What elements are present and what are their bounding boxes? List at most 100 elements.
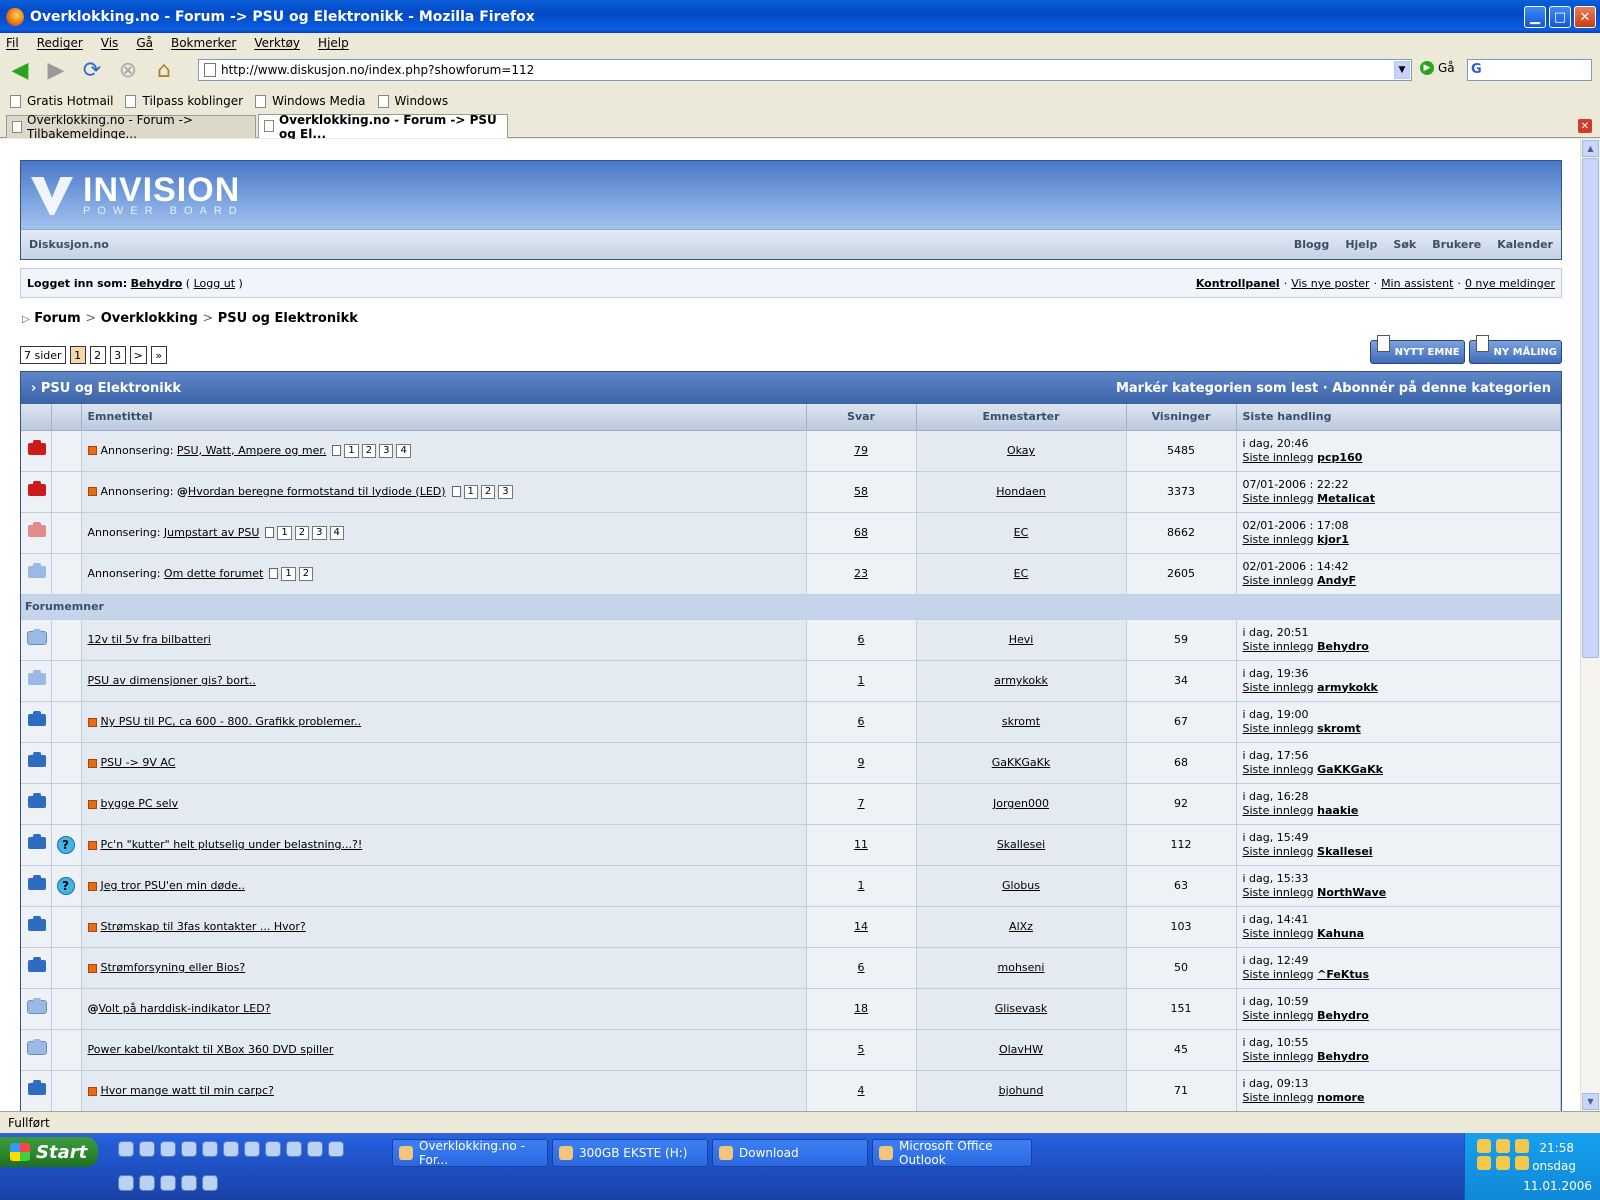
tray-icon[interactable] — [1477, 1156, 1491, 1170]
starter-link[interactable]: Hondaen — [996, 485, 1045, 498]
last-post-user[interactable]: Metalicat — [1317, 492, 1375, 505]
new-post-icon[interactable] — [87, 1086, 97, 1096]
topic-link[interactable]: bygge PC selv — [101, 797, 179, 810]
last-post-link[interactable]: Siste innlegg — [1243, 763, 1314, 776]
new-topic-button[interactable]: NYTT EMNE — [1369, 335, 1465, 364]
taskbar-item-drive[interactable]: 300GB EKSTE (H:) — [552, 1139, 708, 1167]
quicklaunch-icon[interactable] — [160, 1141, 176, 1157]
last-post-user[interactable]: nomore — [1317, 1091, 1364, 1104]
last-post-link[interactable]: Siste innlegg — [1243, 886, 1314, 899]
replies-link[interactable]: 4 — [858, 1084, 865, 1097]
replies-link[interactable]: 9 — [858, 756, 865, 769]
forward-arrow-icon[interactable]: ▶ — [42, 56, 70, 84]
starter-link[interactable]: skromt — [1002, 715, 1040, 728]
chevron-down-icon[interactable]: ▼ — [1394, 61, 1410, 79]
new-post-icon[interactable] — [87, 799, 97, 809]
starter-link[interactable]: mohseni — [998, 961, 1045, 974]
page-next[interactable]: > — [129, 346, 147, 364]
starter-link[interactable]: Skallesei — [997, 838, 1045, 851]
quicklaunch-icon[interactable] — [202, 1175, 218, 1191]
topic-page-link[interactable]: 2 — [298, 566, 314, 581]
last-post-link[interactable]: Siste innlegg — [1243, 845, 1314, 858]
bookmark-item[interactable]: Tilpass koblinger — [125, 94, 243, 108]
clock-time[interactable]: 21:58 — [1539, 1141, 1574, 1155]
starter-link[interactable]: Glisevask — [995, 1002, 1048, 1015]
topic-link[interactable]: PSU av dimensjoner gis? bort.. — [88, 674, 256, 687]
topic-page-link[interactable]: 2 — [480, 484, 496, 499]
new-poll-button[interactable]: NY MÅLING — [1468, 335, 1562, 364]
quicklaunch-icon[interactable] — [160, 1175, 176, 1191]
breadcrumb-forum[interactable]: Forum — [34, 311, 81, 326]
topic-page-link[interactable]: 1 — [277, 525, 292, 540]
replies-link[interactable]: 1 — [858, 674, 865, 687]
scroll-thumb[interactable] — [1582, 158, 1599, 658]
page-1[interactable]: 1 — [69, 346, 86, 364]
tray-icon[interactable] — [1515, 1156, 1529, 1170]
topic-page-link[interactable]: 4 — [396, 443, 411, 458]
topic-link[interactable]: Hvordan beregne formotstand til lydiode … — [188, 485, 446, 498]
last-post-link[interactable]: Siste innlegg — [1243, 533, 1314, 546]
taskbar-item-firefox[interactable]: Overklokking.no - For... — [392, 1139, 548, 1167]
last-post-link[interactable]: Siste innlegg — [1243, 804, 1314, 817]
control-panel-link[interactable]: Kontrollpanel — [1196, 277, 1280, 290]
new-post-icon[interactable] — [87, 717, 97, 727]
replies-link[interactable]: 68 — [854, 526, 868, 539]
topic-link[interactable]: PSU, Watt, Ampere og mer. — [177, 444, 326, 457]
quicklaunch-icon[interactable] — [118, 1141, 134, 1157]
last-post-link[interactable]: Siste innlegg — [1243, 1091, 1314, 1104]
topic-page-link[interactable]: 3 — [312, 525, 327, 540]
topic-link[interactable]: PSU -> 9V AC — [101, 756, 176, 769]
topic-page-link[interactable]: 4 — [329, 525, 344, 540]
minimize-button[interactable]: ▁ — [1524, 6, 1546, 28]
reload-icon[interactable]: ⟳ — [78, 56, 106, 84]
replies-link[interactable]: 14 — [854, 920, 868, 933]
last-post-user[interactable]: Skallesei — [1317, 845, 1372, 858]
topic-page-link[interactable]: 1 — [463, 484, 478, 499]
quicklaunch-icon[interactable] — [139, 1175, 155, 1191]
last-post-user[interactable]: ^FeKtus — [1317, 968, 1369, 981]
site-link[interactable]: Diskusjon.no — [29, 238, 109, 251]
last-post-user[interactable]: pcp160 — [1317, 451, 1362, 464]
replies-link[interactable]: 6 — [858, 633, 865, 646]
replies-link[interactable]: 6 — [858, 961, 865, 974]
scroll-up-icon[interactable]: ▲ — [1582, 140, 1599, 157]
tray-icon[interactable] — [1477, 1139, 1491, 1153]
topic-link[interactable]: Hvor mange watt til min carpc? — [101, 1084, 274, 1097]
quicklaunch-icon[interactable] — [244, 1141, 260, 1157]
new-post-icon[interactable] — [87, 446, 97, 455]
last-post-link[interactable]: Siste innlegg — [1243, 927, 1314, 940]
go-button[interactable]: ▶ Gå — [1420, 61, 1455, 75]
last-post-link[interactable]: Siste innlegg — [1243, 1050, 1314, 1063]
topic-link[interactable]: Om dette forumet — [164, 567, 263, 580]
close-window-button[interactable]: ✕ — [1574, 6, 1596, 28]
topic-link[interactable]: Volt på harddisk-indikator LED? — [99, 1002, 271, 1015]
starter-link[interactable]: GaKKGaKk — [992, 756, 1051, 769]
starter-link[interactable]: armykokk — [994, 674, 1048, 687]
breadcrumb-current[interactable]: PSU og Elektronikk — [218, 311, 358, 326]
topic-page-link[interactable]: 2 — [361, 443, 377, 458]
replies-link[interactable]: 58 — [854, 485, 868, 498]
new-post-icon[interactable] — [87, 963, 97, 973]
username-link[interactable]: Behydro — [131, 277, 183, 290]
last-post-user[interactable]: haakie — [1317, 804, 1358, 817]
topic-link[interactable]: Jumpstart av PSU — [164, 526, 259, 539]
replies-link[interactable]: 6 — [858, 715, 865, 728]
topic-page-link[interactable]: 1 — [344, 443, 359, 458]
nav-brukere[interactable]: Brukere — [1432, 238, 1481, 251]
quicklaunch-icon[interactable] — [118, 1175, 134, 1191]
last-post-user[interactable]: AndyF — [1317, 574, 1356, 587]
quicklaunch-icon[interactable] — [181, 1141, 197, 1157]
starter-link[interactable]: bjohund — [999, 1084, 1044, 1097]
tab-tilbakemeldinger[interactable]: Overklokking.no - Forum -> Tilbakemeldin… — [6, 113, 256, 141]
replies-link[interactable]: 7 — [858, 797, 865, 810]
last-post-link[interactable]: Siste innlegg — [1243, 574, 1314, 587]
topic-link[interactable]: Jeg tror PSU'en min døde.. — [101, 879, 245, 892]
maximize-button[interactable]: □ — [1549, 6, 1571, 28]
quicklaunch-icon[interactable] — [139, 1141, 155, 1157]
menu-fil[interactable]: Fil — [6, 36, 19, 50]
starter-link[interactable]: Jorgen000 — [993, 797, 1049, 810]
tray-icon[interactable] — [1496, 1156, 1510, 1170]
nav-blogg[interactable]: Blogg — [1294, 238, 1329, 251]
last-post-user[interactable]: GaKKGaKk — [1317, 763, 1383, 776]
starter-link[interactable]: AlXz — [1009, 920, 1033, 933]
